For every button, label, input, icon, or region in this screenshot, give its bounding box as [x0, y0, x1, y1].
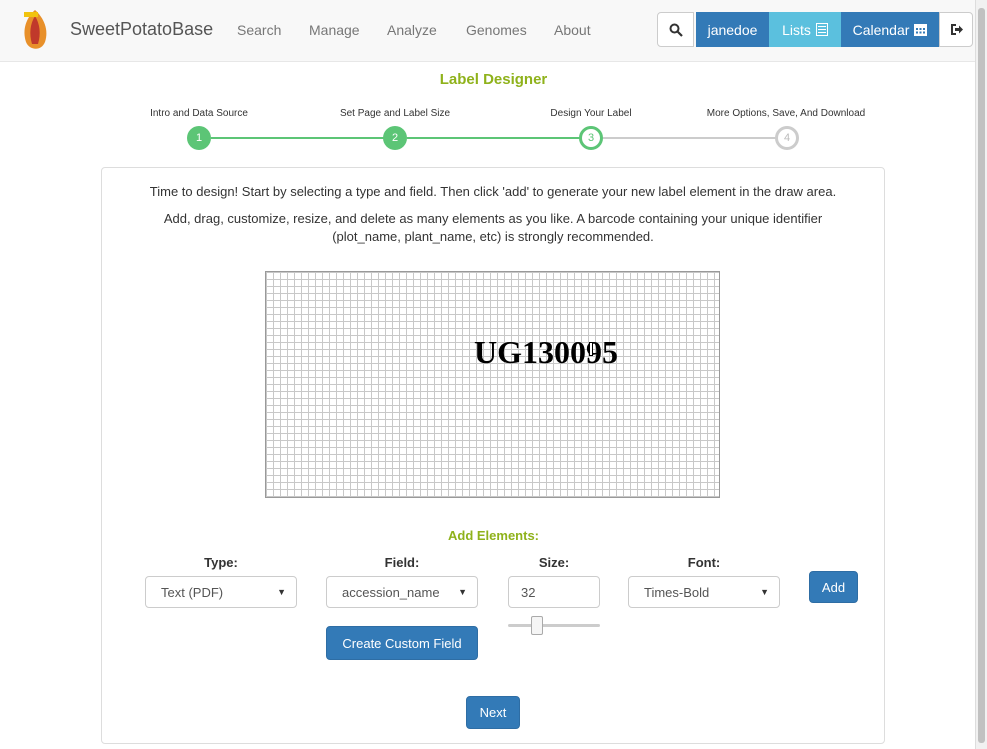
field-label: Field: — [384, 555, 420, 570]
text-cursor-icon — [589, 342, 593, 356]
chevron-down-icon: ▼ — [760, 587, 769, 597]
next-button[interactable]: Next — [466, 696, 520, 729]
create-custom-field-label: Create Custom Field — [342, 635, 462, 651]
chevron-down-icon: ▼ — [458, 587, 467, 597]
step-2-label: Set Page and Label Size — [339, 108, 451, 119]
add-elements-title: Add Elements: — [447, 528, 539, 543]
step-3-label: Design Your Label — [550, 108, 632, 119]
nav-genomes[interactable]: Genomes — [466, 22, 527, 38]
type-select-value: Text (PDF) — [161, 585, 224, 600]
next-button-label: Next — [479, 705, 507, 720]
font-label: Font: — [687, 555, 721, 570]
search-button[interactable] — [657, 12, 694, 47]
nav-analyze[interactable]: Analyze — [387, 22, 437, 38]
label-draw-area[interactable] — [265, 271, 720, 498]
chevron-down-icon: ▼ — [277, 587, 286, 597]
field-select[interactable]: accession_name ▼ — [326, 576, 478, 608]
size-input-value: 32 — [521, 585, 536, 600]
user-button[interactable]: janedoe — [696, 12, 769, 47]
font-select-value: Times-Bold — [644, 585, 710, 600]
create-custom-field-button[interactable]: Create Custom Field — [326, 626, 478, 660]
nav-manage[interactable]: Manage — [309, 22, 360, 38]
type-label: Type: — [204, 555, 238, 570]
instructions-line-2a: Add, drag, customize, resize, and delete… — [163, 211, 823, 226]
calendar-label: Calendar — [852, 21, 910, 38]
step-3-circle[interactable]: 3 — [579, 126, 603, 150]
step-1-number: 1 — [195, 132, 203, 144]
scrollbar-thumb[interactable] — [978, 8, 985, 743]
step-connector-1 — [211, 137, 384, 139]
calendar-icon — [914, 24, 928, 36]
step-4-label: More Options, Save, And Download — [706, 108, 866, 119]
instructions-line-2b: (plot_name, plant_name, etc) is strongly… — [332, 229, 654, 244]
step-2-circle[interactable]: 2 — [383, 126, 407, 150]
step-connector-2 — [407, 137, 580, 139]
step-connector-3 — [603, 137, 776, 139]
size-slider-handle[interactable] — [531, 616, 543, 635]
sweetpotato-logo[interactable] — [20, 8, 50, 54]
lists-button[interactable]: Lists — [769, 12, 841, 47]
size-label: Size: — [538, 555, 570, 570]
step-1-label: Intro and Data Source — [150, 108, 248, 119]
type-select[interactable]: Text (PDF) ▼ — [145, 576, 297, 608]
font-select[interactable]: Times-Bold ▼ — [628, 576, 780, 608]
page-title: Label Designer — [439, 71, 548, 88]
step-4-circle[interactable]: 4 — [775, 126, 799, 150]
step-1-circle[interactable]: 1 — [187, 126, 211, 150]
size-input[interactable]: 32 — [508, 576, 600, 608]
field-select-value: accession_name — [342, 585, 440, 600]
logout-icon — [950, 24, 963, 35]
step-3-number: 3 — [587, 132, 595, 144]
user-label: janedoe — [707, 21, 758, 38]
step-4-number: 4 — [783, 132, 791, 144]
brand-link[interactable]: SweetPotatoBase — [70, 19, 213, 40]
instructions-line-1: Time to design! Start by selecting a typ… — [149, 184, 837, 199]
step-2-number: 2 — [391, 132, 399, 144]
calendar-button[interactable]: Calendar — [841, 12, 939, 47]
list-icon — [815, 23, 828, 36]
page-scrollbar[interactable] — [975, 0, 987, 749]
lists-label: Lists — [782, 21, 811, 38]
add-button-label: Add — [821, 579, 846, 595]
nav-search[interactable]: Search — [237, 22, 281, 38]
add-button[interactable]: Add — [809, 571, 858, 603]
navbar: SweetPotatoBase Search Manage Analyze Ge… — [0, 0, 975, 62]
logout-button[interactable] — [939, 12, 973, 47]
size-slider-track[interactable] — [508, 624, 600, 627]
nav-about[interactable]: About — [554, 22, 591, 38]
label-text-element[interactable]: UG130095 — [474, 334, 618, 371]
search-icon — [669, 23, 683, 37]
